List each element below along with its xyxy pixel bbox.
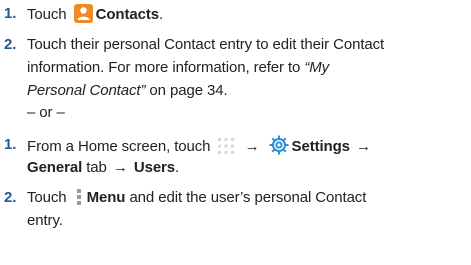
- step-text-line: Touch their personal Contact entry to ed…: [27, 36, 385, 53]
- step-text: From a Home screen, touch: [27, 138, 211, 155]
- apps-grid-icon: [217, 137, 235, 155]
- menu-dots-icon: [74, 188, 84, 206]
- contacts-icon: [73, 4, 93, 23]
- general-tab-label: General: [27, 159, 83, 176]
- step-number: 1.: [4, 5, 17, 22]
- arrow-icon: →: [244, 138, 260, 155]
- cross-reference-link[interactable]: Personal Contact”: [27, 82, 145, 99]
- step-text: Touch: [27, 6, 67, 23]
- arrow-icon: →: [112, 159, 128, 176]
- arrow-icon: →: [356, 138, 371, 155]
- step-number: 1.: [4, 136, 17, 153]
- step-text: Touch: [27, 189, 67, 206]
- settings-label: Settings: [291, 138, 350, 155]
- cross-reference-link[interactable]: “My: [304, 59, 329, 76]
- document-page: 1. Touch Contacts. 2. Touch their person…: [4, 4, 385, 229]
- contacts-label: Contacts: [95, 6, 159, 23]
- users-label: Users: [133, 159, 176, 176]
- menu-label: Menu: [86, 189, 126, 206]
- step-number: 2.: [4, 36, 17, 53]
- settings-gear-icon: [269, 135, 289, 155]
- step-number: 2.: [4, 189, 17, 206]
